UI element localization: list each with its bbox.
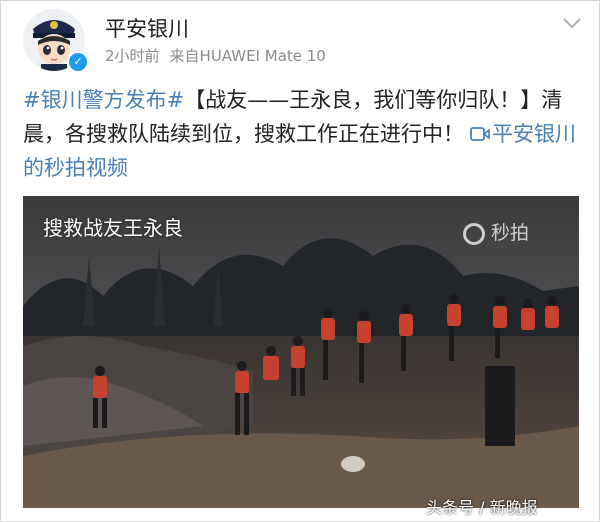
miaopai-watermark-text: 秒拍 xyxy=(491,222,530,244)
video-thumbnail[interactable]: 搜救战友王永良 秒拍 xyxy=(23,196,579,508)
post-text: #银川警方发布#【战友——王永良，我们等你归队！】清晨，各搜救队陆续到位，搜救工… xyxy=(23,83,583,185)
weibo-post-card: ✓ 平安银川 2小时前 来自HUAWEI Mate 10 #银川警方发布#【战友—… xyxy=(0,0,600,522)
username[interactable]: 平安银川 xyxy=(105,13,189,43)
verified-badge-icon: ✓ xyxy=(67,51,89,73)
source-watermark: 头条号 / 新晚报 xyxy=(426,498,538,517)
video-overlay-title: 搜救战友王永良 xyxy=(43,216,183,240)
video-camera-icon xyxy=(470,127,490,141)
post-time: 2小时前 xyxy=(105,47,160,65)
post-meta: 2小时前 来自HUAWEI Mate 10 xyxy=(105,45,326,66)
hashtag-link[interactable]: #银川警方发布# xyxy=(23,88,184,112)
post-source: 来自HUAWEI Mate 10 xyxy=(169,47,326,65)
chevron-down-icon[interactable] xyxy=(561,15,583,31)
miaopai-watermark: 秒拍 xyxy=(463,218,529,245)
miaopai-logo-icon xyxy=(463,223,485,245)
